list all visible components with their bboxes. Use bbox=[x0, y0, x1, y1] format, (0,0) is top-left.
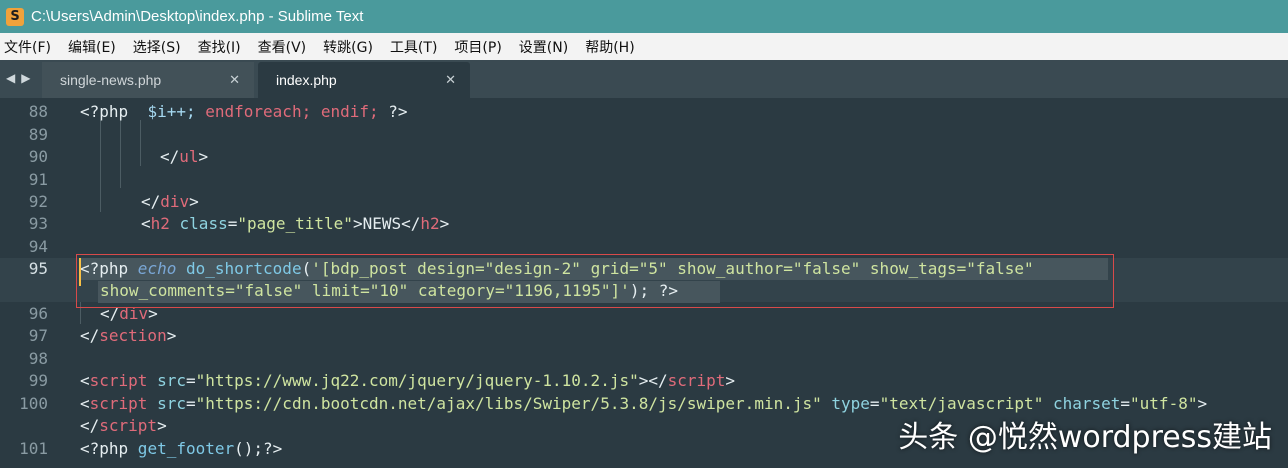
tab-single-news[interactable]: single-news.php ✕ bbox=[42, 62, 254, 98]
menu-help[interactable]: 帮助(H) bbox=[581, 37, 638, 57]
line-number: 90 bbox=[28, 147, 48, 166]
tab-label: single-news.php bbox=[60, 72, 162, 88]
watermark: 头条 @悦然wordpress建站 bbox=[898, 420, 1272, 455]
code-line-93: <h2 class="page_title">NEWS</h2> bbox=[141, 214, 450, 233]
menu-selection[interactable]: 选择(S) bbox=[129, 37, 185, 57]
menu-bar: 文件(F) 编辑(E) 选择(S) 查找(I) 查看(V) 转跳(G) 工具(T… bbox=[0, 33, 1288, 60]
line-number: 98 bbox=[28, 349, 48, 368]
line-number: 88 bbox=[28, 102, 48, 121]
line-number: 93 bbox=[28, 214, 48, 233]
line-number: 89 bbox=[28, 125, 48, 144]
line-number: 99 bbox=[28, 371, 48, 390]
menu-view[interactable]: 查看(V) bbox=[254, 37, 311, 57]
close-icon[interactable]: ✕ bbox=[445, 72, 456, 88]
line-number: 101 bbox=[19, 439, 48, 458]
code-line-99: <script src="https://www.jq22.com/jquery… bbox=[80, 371, 736, 390]
indent-guide bbox=[140, 120, 141, 166]
indent-guide bbox=[120, 120, 121, 188]
line-number: 91 bbox=[28, 170, 48, 189]
selection-outline bbox=[76, 254, 1114, 308]
code-line-101: <?php get_footer();?> bbox=[80, 439, 283, 458]
menu-tools[interactable]: 工具(T) bbox=[386, 37, 441, 57]
title-bar: S C:\Users\Admin\Desktop\index.php - Sub… bbox=[0, 0, 1288, 33]
line-number: 96 bbox=[28, 304, 48, 323]
code-line-100: <script src="https://cdn.bootcdn.net/aja… bbox=[80, 394, 1208, 413]
tab-bar: ◀ ▶ single-news.php ✕ index.php ✕ bbox=[0, 60, 1288, 98]
window-title: C:\Users\Admin\Desktop\index.php - Subli… bbox=[31, 8, 364, 25]
line-number: 100 bbox=[19, 394, 48, 413]
line-number: 94 bbox=[28, 237, 48, 256]
tab-scroll-arrows: ◀ ▶ bbox=[6, 71, 30, 85]
sublime-app-icon: S bbox=[6, 7, 24, 26]
menu-file[interactable]: 文件(F) bbox=[0, 37, 55, 57]
arrow-right-icon[interactable]: ▶ bbox=[21, 71, 30, 85]
code-line-92: </div> bbox=[141, 192, 199, 211]
tab-label: index.php bbox=[276, 72, 337, 88]
menu-preferences[interactable]: 设置(N) bbox=[515, 37, 572, 57]
menu-edit[interactable]: 编辑(E) bbox=[64, 37, 120, 57]
code-line-88: <?php $i++; endforeach; endif; ?> bbox=[80, 102, 408, 121]
line-number: 95 bbox=[28, 259, 48, 278]
arrow-left-icon[interactable]: ◀ bbox=[6, 71, 15, 85]
code-line-97: </section> bbox=[80, 326, 177, 345]
code-line-90: </ul> bbox=[160, 147, 209, 166]
menu-goto[interactable]: 转跳(G) bbox=[319, 37, 377, 57]
indent-guide bbox=[100, 120, 101, 212]
line-number: 92 bbox=[28, 192, 48, 211]
menu-find[interactable]: 查找(I) bbox=[194, 37, 245, 57]
close-icon[interactable]: ✕ bbox=[229, 72, 240, 88]
menu-project[interactable]: 项目(P) bbox=[450, 37, 505, 57]
code-line-100-wrap: </script> bbox=[80, 416, 167, 435]
text-cursor bbox=[79, 258, 81, 286]
line-number: 97 bbox=[28, 326, 48, 345]
tab-index[interactable]: index.php ✕ bbox=[258, 62, 470, 98]
